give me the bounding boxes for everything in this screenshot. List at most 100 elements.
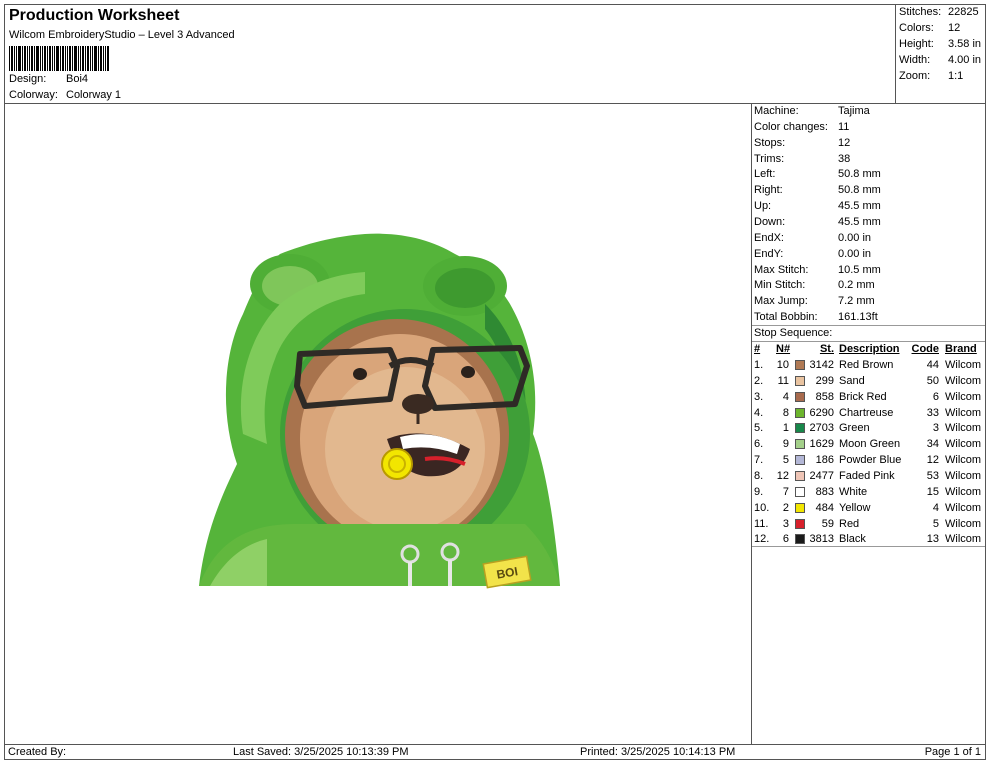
barcode-image — [9, 46, 109, 71]
stop-num: 7. — [754, 454, 764, 467]
stat-value: 4.00 in — [948, 54, 982, 66]
stat-label: Height: — [899, 38, 934, 50]
info-label: Machine: — [754, 105, 799, 117]
stop-description: Red Brown — [839, 359, 894, 371]
stop-num: 1. — [754, 359, 764, 371]
stop-col-needle: N# — [776, 343, 791, 355]
machine-info-row: Min Stitch: 0.2 mm — [754, 279, 984, 293]
stat-label: Width: — [899, 54, 931, 66]
stop-brand: Wilcom — [945, 533, 982, 546]
stop-col-description: Description — [839, 343, 900, 355]
stop-needle: 4 — [782, 390, 789, 403]
stop-code: 4 — [932, 501, 939, 514]
stat-row: Height: 3.58 in — [899, 38, 985, 50]
stop-num: 9. — [754, 485, 764, 498]
color-swatch — [795, 518, 805, 529]
stop-code: 3 — [932, 422, 939, 435]
software-name: Wilcom EmbroideryStudio – Level 3 Advanc… — [9, 29, 235, 41]
info-label: Up: — [754, 200, 772, 213]
stop-code: 33 — [926, 406, 939, 419]
info-label: Min Stitch: — [754, 279, 806, 292]
machine-info-row: EndY: 0.00 in — [754, 248, 984, 262]
stop-code: 34 — [926, 438, 939, 451]
worksheet-header: Production Worksheet Wilcom EmbroiderySt… — [4, 4, 896, 104]
stop-stitches: 883 — [815, 485, 834, 498]
color-swatch — [795, 470, 805, 481]
stat-label: Colors: — [899, 22, 934, 34]
info-label: EndX: — [754, 231, 784, 244]
stop-num: 2. — [754, 374, 764, 387]
stop-needle: 6 — [782, 533, 789, 546]
machine-info-row: Left: 50.8 mm — [754, 168, 984, 182]
stop-stitches: 6290 — [809, 406, 834, 419]
stop-needle: 3 — [782, 517, 789, 530]
stop-col-brand: Brand — [945, 343, 977, 355]
stop-num: 11. — [754, 517, 769, 530]
info-label: Left: — [754, 168, 776, 181]
stop-description: Sand — [839, 374, 865, 387]
embroidery-design-image: BOI — [199, 233, 560, 589]
stop-num: 5. — [754, 422, 764, 435]
info-value: 38 — [838, 152, 851, 165]
stop-brand: Wilcom — [945, 390, 982, 403]
stop-needle: 12 — [776, 469, 789, 482]
stat-row: Stitches: 22825 — [899, 6, 985, 18]
stop-code: 15 — [926, 485, 939, 498]
info-label: Max Jump: — [754, 295, 808, 308]
stat-row: Width: 4.00 in — [899, 54, 985, 66]
info-value: 12 — [838, 136, 851, 149]
page-title: Production Worksheet — [9, 7, 180, 24]
stop-col-num: # — [754, 343, 761, 355]
info-label: Right: — [754, 184, 783, 197]
stop-stitches: 1629 — [809, 438, 834, 451]
stop-stitches: 2703 — [809, 422, 834, 435]
design-row: Design: Boi4 — [9, 73, 88, 85]
stat-row: Colors: 12 — [899, 22, 985, 34]
stop-description: Chartreuse — [839, 406, 894, 419]
stop-code: 53 — [926, 469, 939, 482]
stop-brand: Wilcom — [945, 374, 982, 387]
info-label: Down: — [754, 215, 786, 228]
stop-stitches: 858 — [815, 390, 834, 403]
info-value: 50.8 mm — [838, 168, 881, 181]
stat-value: 22825 — [948, 6, 979, 18]
divider — [752, 341, 985, 342]
machine-info-row: Max Jump: 7.2 mm — [754, 295, 984, 309]
stop-stitches: 186 — [815, 454, 834, 467]
stop-description: Powder Blue — [839, 454, 902, 467]
stat-value: 12 — [948, 22, 961, 34]
stop-col-code: Code — [911, 343, 940, 355]
stop-needle: 1 — [782, 422, 789, 435]
stop-num: 10. — [754, 501, 770, 514]
colorway-row: Colorway: Colorway 1 — [9, 89, 121, 101]
stop-stitches: 299 — [815, 374, 834, 387]
stop-stitches: 2477 — [809, 469, 834, 482]
stop-code: 5 — [932, 517, 939, 530]
design-value: Boi4 — [66, 73, 89, 85]
stop-brand: Wilcom — [945, 501, 982, 514]
stop-description: Black — [839, 533, 866, 546]
color-swatch — [795, 423, 805, 434]
machine-info-row: Max Stitch: 10.5 mm — [754, 264, 984, 278]
machine-info-row: Total Bobbin: 161.13ft — [754, 311, 984, 325]
stop-needle: 8 — [782, 406, 789, 419]
info-value: 10.5 mm — [838, 263, 881, 276]
stop-col-stitches: St. — [819, 343, 834, 355]
info-value: Tajima — [838, 105, 870, 117]
stop-brand: Wilcom — [945, 406, 982, 419]
stop-brand: Wilcom — [945, 454, 982, 467]
design-preview: BOI — [4, 103, 752, 745]
stop-code: 12 — [926, 454, 939, 467]
stop-brand: Wilcom — [945, 485, 982, 498]
stat-row: Zoom: 1:1 — [899, 70, 985, 82]
color-swatch — [795, 534, 805, 545]
stop-num: 6. — [754, 438, 764, 451]
colorway-value: Colorway 1 — [66, 89, 122, 101]
stop-needle: 9 — [782, 438, 789, 451]
info-value: 7.2 mm — [838, 295, 875, 308]
stop-num: 8. — [754, 469, 764, 482]
info-value: 11 — [838, 120, 850, 133]
stop-brand: Wilcom — [945, 517, 982, 530]
stop-description: Faded Pink — [839, 469, 895, 482]
info-value: 45.5 mm — [838, 200, 881, 213]
